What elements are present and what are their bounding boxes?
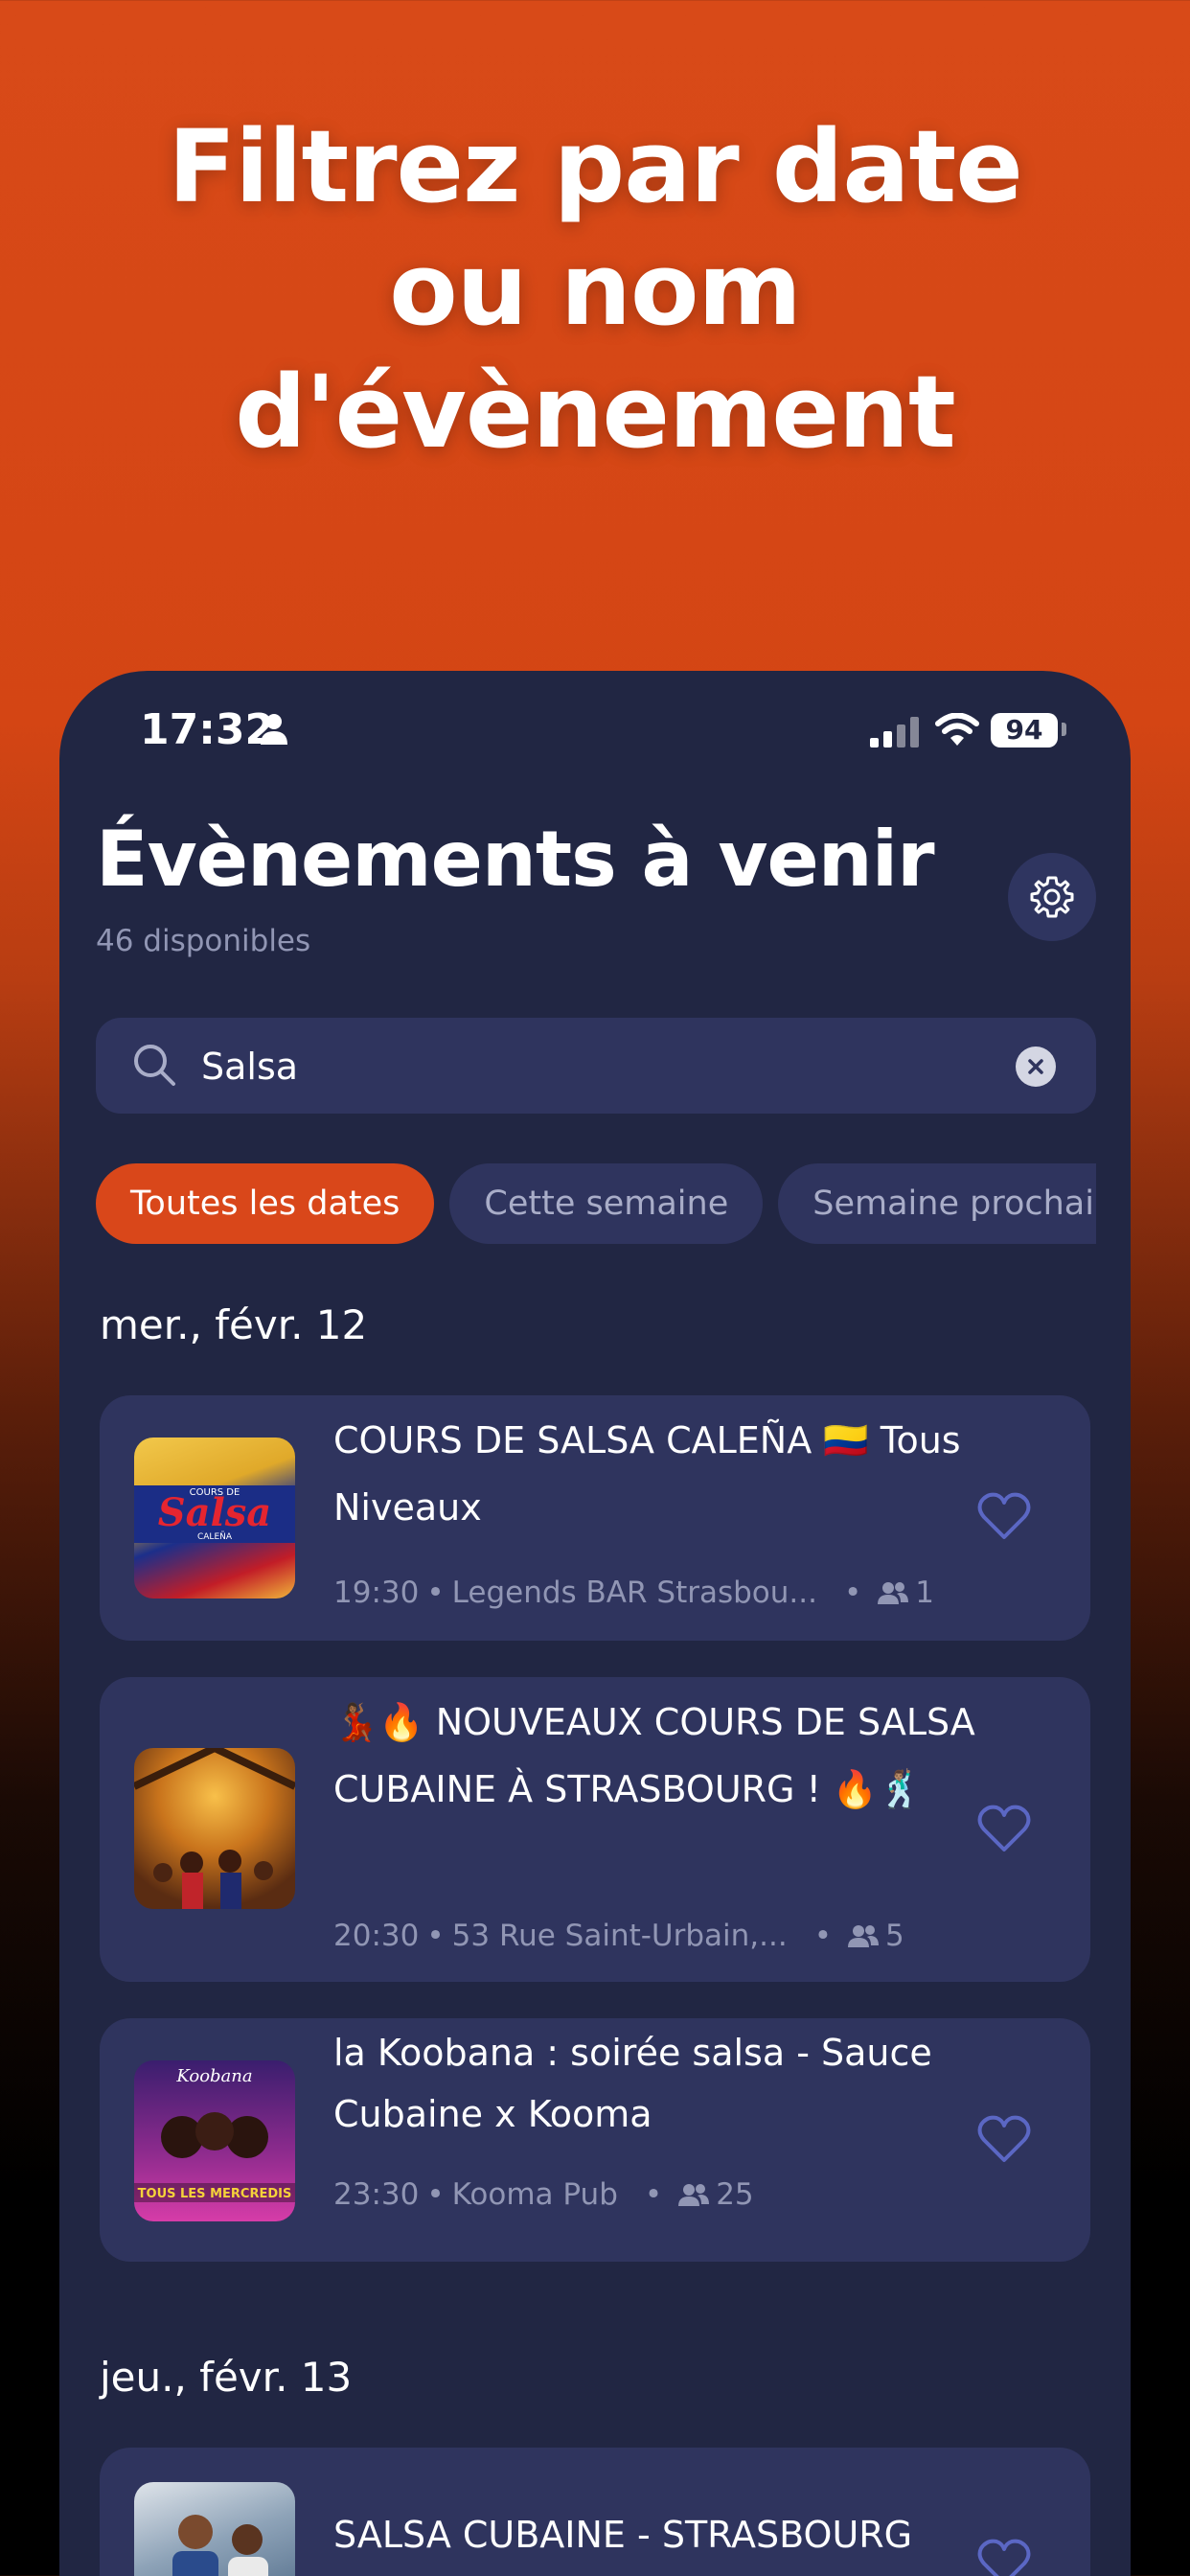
event-place: Kooma Pub — [451, 2177, 618, 2212]
svg-text:Koobana: Koobana — [175, 2066, 252, 2086]
people-icon — [878, 1582, 909, 1604]
event-title: 💃🏾🔥 NOUVEAUX COURS DE SALSA CUBAINE À ST… — [333, 1701, 975, 1810]
event-thumbnail: Salsa COURS DE CALEÑA — [134, 1438, 295, 1598]
event-card[interactable]: SALSA CUBAINE - STRASBOURG — [100, 2448, 1090, 2576]
event-thumbnail: Koobana TOUS LES MERCREDIS — [134, 2060, 295, 2221]
search-input[interactable] — [201, 1035, 987, 1098]
favorite-heart-icon[interactable] — [977, 2538, 1031, 2576]
promo-headline: Filtrez par date ou nom d'évènement — [0, 105, 1190, 473]
page-title: Évènements à venir — [96, 815, 935, 904]
people-icon — [848, 1925, 880, 1947]
attendee-count: 25 — [716, 2177, 754, 2212]
event-card[interactable]: Koobana TOUS LES MERCREDIS la Koobana : … — [100, 2018, 1090, 2262]
svg-text:TOUS LES MERCREDIS: TOUS LES MERCREDIS — [138, 2187, 292, 2201]
date-filter-chips: Toutes les dates Cette semaine Semaine pro… — [96, 1163, 1096, 1244]
search-icon — [134, 1045, 175, 1086]
favorite-heart-icon[interactable] — [977, 1804, 1031, 1853]
event-thumbnail — [134, 1748, 295, 1909]
svg-text:CALEÑA: CALEÑA — [197, 1531, 233, 1542]
close-icon — [1028, 1059, 1043, 1074]
date-header: mer., févr. 12 — [100, 1301, 368, 1348]
attendee-count: 5 — [885, 1919, 904, 1953]
date-header: jeu., févr. 13 — [100, 2354, 353, 2401]
headline-line-1: Filtrez par date — [168, 108, 1023, 225]
event-meta: 23:30 • Kooma Pub • 25 — [333, 2177, 754, 2212]
event-place: 53 Rue Saint-Urbain,... — [451, 1919, 788, 1953]
event-time: 19:30 — [333, 1576, 420, 1610]
favorite-heart-icon[interactable] — [977, 2114, 1031, 2164]
filter-this-week[interactable]: Cette semaine — [449, 1163, 764, 1244]
headline-line-3: d'évènement — [235, 354, 955, 471]
event-meta: 20:30 • 53 Rue Saint-Urbain,... • 5 — [333, 1919, 904, 1953]
gear-icon — [1030, 876, 1074, 918]
filter-next-week[interactable]: Semaine prochaine — [778, 1163, 1096, 1244]
wifi-icon — [935, 713, 979, 746]
battery-indicator: 94 — [991, 713, 1058, 748]
event-time: 20:30 — [333, 1919, 420, 1953]
search-bar — [96, 1018, 1096, 1114]
settings-button[interactable] — [1008, 853, 1096, 941]
clear-search-button[interactable] — [1016, 1046, 1056, 1087]
event-time: 23:30 — [333, 2177, 420, 2212]
cellular-signal-icon — [870, 717, 919, 748]
event-meta: 19:30 • Legends BAR Strasbou... • 1 — [333, 1576, 934, 1610]
event-place: Legends BAR Strasbou... — [451, 1576, 817, 1610]
svg-text:COURS DE: COURS DE — [190, 1487, 240, 1498]
person-icon — [261, 714, 287, 745]
event-title: la Koobana : soirée salsa - Sauce Cubain… — [333, 2032, 932, 2135]
event-thumbnail — [134, 2482, 295, 2576]
phone-screen: 17:32 94 Évènements à venir 46 disponibl… — [59, 671, 1131, 2576]
favorite-heart-icon[interactable] — [977, 1491, 1031, 1541]
people-icon — [678, 2184, 710, 2206]
status-time: 17:32 — [140, 705, 275, 754]
event-title: COURS DE SALSA CALEÑA 🇨🇴 Tous Niveaux — [333, 1419, 961, 1529]
filter-all-dates[interactable]: Toutes les dates — [96, 1163, 435, 1244]
events-count: 46 disponibles — [96, 924, 311, 958]
event-card[interactable]: 💃🏾🔥 NOUVEAUX COURS DE SALSA CUBAINE À ST… — [100, 1677, 1090, 1982]
status-bar: 17:32 94 — [59, 671, 1131, 795]
attendee-count: 1 — [915, 1576, 934, 1610]
event-title: SALSA CUBAINE - STRASBOURG — [333, 2514, 913, 2556]
battery-tip — [1062, 723, 1066, 736]
event-card[interactable]: Salsa COURS DE CALEÑA COURS DE SALSA CAL… — [100, 1395, 1090, 1641]
headline-line-2: ou nom — [389, 231, 802, 348]
